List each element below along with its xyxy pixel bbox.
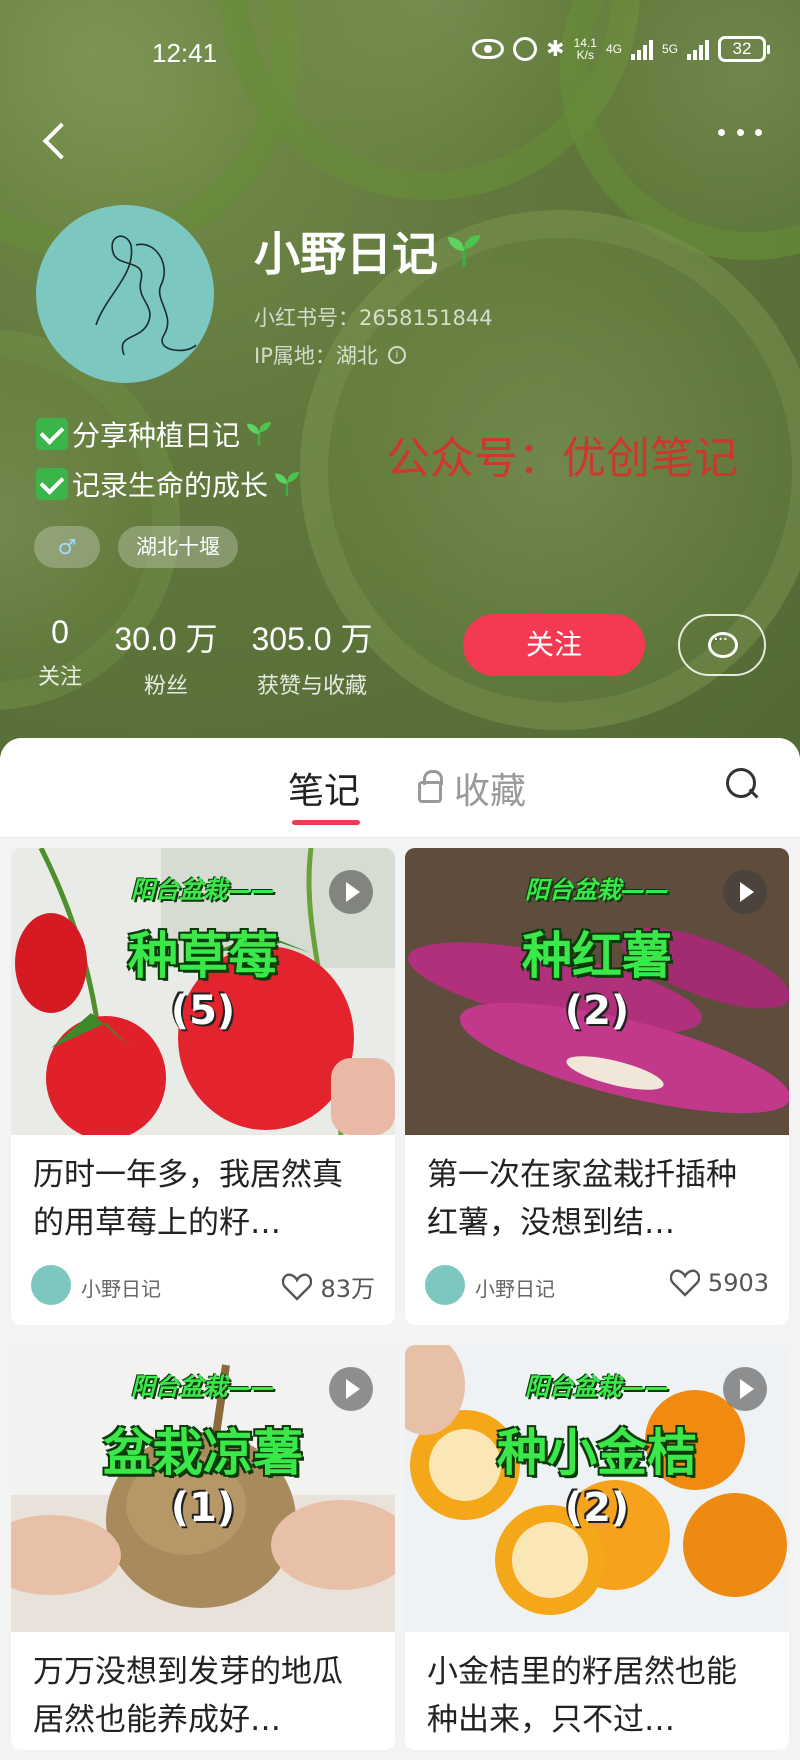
watermark-text: 公众号：优创笔记 bbox=[386, 433, 738, 484]
status-bar: 12:41 ✱ 14.1 K/s 4G 5G 32 bbox=[0, 30, 800, 74]
avatar[interactable] bbox=[36, 205, 214, 383]
network-speed: 14.1 K/s bbox=[573, 36, 597, 62]
checkbox-icon bbox=[36, 468, 68, 500]
more-options-button[interactable] bbox=[718, 122, 762, 142]
overlay-title: 种草莓 bbox=[128, 927, 278, 985]
overlay-episode: (1) bbox=[170, 1485, 236, 1531]
author-name[interactable]: 小野日记 bbox=[475, 1273, 555, 1302]
signal-icon bbox=[687, 38, 709, 60]
chat-bubble-icon bbox=[708, 629, 738, 658]
note-thumbnail[interactable]: 阳台盆栽—— 盆栽凉薯 (1) bbox=[11, 1345, 395, 1632]
alarm-icon bbox=[513, 37, 538, 61]
note-card[interactable]: 阳台盆栽—— 种红薯 (2) 第一次在家盆栽扦插种红薯，没想到结… 小野日记 5… bbox=[405, 848, 789, 1325]
location-tag: 湖北十堰 bbox=[118, 526, 238, 568]
stat-following[interactable]: 0 关注 bbox=[30, 614, 90, 691]
play-icon bbox=[723, 1367, 767, 1411]
overlay-title: 盆栽凉薯 bbox=[103, 1424, 303, 1482]
like-count[interactable]: 83万 bbox=[282, 1269, 375, 1304]
stat-likes-and-saves[interactable]: 305.0 万 获赞与收藏 bbox=[242, 614, 382, 700]
overlay-episode: (5) bbox=[170, 988, 236, 1034]
profile-ip-location: IP属地：湖北 i bbox=[254, 340, 406, 370]
lock-icon bbox=[418, 770, 443, 803]
note-card[interactable]: 阳台盆栽—— 种小金桔 (2) 小金桔里的籽居然也能种出来，只不过… bbox=[405, 1345, 789, 1750]
eye-icon bbox=[472, 39, 505, 59]
tab-bar: 笔记 收藏 bbox=[0, 738, 800, 838]
author-avatar[interactable] bbox=[425, 1265, 465, 1305]
note-title[interactable]: 小金桔里的籽居然也能种出来，只不过… bbox=[405, 1632, 789, 1750]
author-avatar[interactable] bbox=[31, 1265, 71, 1305]
battery-icon: 32 bbox=[718, 36, 770, 62]
bluetooth-icon: ✱ bbox=[546, 36, 565, 62]
note-card[interactable]: 阳台盆栽—— 盆栽凉薯 (1) 万万没想到发芽的地瓜居然也能养成好… bbox=[11, 1345, 395, 1750]
note-thumbnail[interactable]: 阳台盆栽—— 种红薯 (2) bbox=[405, 848, 789, 1135]
search-icon[interactable] bbox=[726, 768, 760, 802]
note-thumbnail[interactable]: 阳台盆栽—— 种草莓 (5) bbox=[11, 848, 395, 1135]
note-title[interactable]: 万万没想到发芽的地瓜居然也能养成好… bbox=[11, 1632, 395, 1750]
play-icon bbox=[329, 870, 373, 914]
4g-label: 4G bbox=[605, 42, 622, 56]
stat-followers[interactable]: 30.0 万 粉丝 bbox=[106, 614, 226, 700]
profile-id: 小红书号：2658151844 bbox=[254, 306, 493, 330]
overlay-episode: (2) bbox=[564, 1485, 630, 1531]
gender-tag: ♂ bbox=[34, 526, 100, 568]
like-count[interactable]: 5903 bbox=[669, 1269, 769, 1297]
5g-label: 5G bbox=[661, 42, 678, 56]
note-title[interactable]: 历时一年多，我居然真的用草莓上的籽… bbox=[11, 1135, 395, 1253]
profile-name: 小野日记 bbox=[254, 218, 484, 284]
note-thumbnail[interactable]: 阳台盆栽—— 种小金桔 (2) bbox=[405, 1345, 789, 1632]
play-icon bbox=[723, 870, 767, 914]
overlay-title: 种小金桔 bbox=[497, 1424, 697, 1482]
tab-notes[interactable]: 笔记 bbox=[288, 762, 361, 825]
bio-line: 记录生命的成长 bbox=[36, 464, 302, 504]
note-title[interactable]: 第一次在家盆栽扦插种红薯，没想到结… bbox=[405, 1135, 789, 1253]
overlay-title: 种红薯 bbox=[522, 927, 672, 985]
play-icon bbox=[329, 1367, 373, 1411]
content-panel: 笔记 收藏 阳台盆栽—— 种草莓 (5) 历时一年多，我居然真的用草莓上的籽… … bbox=[0, 738, 800, 1760]
info-icon[interactable]: i bbox=[387, 346, 406, 364]
message-button[interactable] bbox=[678, 614, 766, 676]
sprout-icon bbox=[275, 472, 300, 496]
follow-button[interactable]: 关注 bbox=[463, 614, 645, 676]
sprout-icon bbox=[448, 235, 480, 267]
signal-icon bbox=[630, 38, 653, 60]
line-art-face-icon bbox=[95, 235, 197, 356]
overlay-episode: (2) bbox=[564, 988, 630, 1034]
note-card[interactable]: 阳台盆栽—— 种草莓 (5) 历时一年多，我居然真的用草莓上的籽… 小野日记 8… bbox=[11, 848, 395, 1325]
sprout-icon bbox=[247, 422, 272, 446]
back-button[interactable] bbox=[36, 118, 76, 168]
heart-icon bbox=[669, 1269, 700, 1297]
author-name[interactable]: 小野日记 bbox=[81, 1273, 161, 1302]
heart-icon bbox=[282, 1273, 313, 1301]
status-time: 12:41 bbox=[152, 38, 218, 68]
checkbox-icon bbox=[36, 418, 68, 450]
tab-favorites[interactable]: 收藏 bbox=[418, 762, 526, 814]
bio-line: 分享种植日记 bbox=[36, 414, 274, 454]
